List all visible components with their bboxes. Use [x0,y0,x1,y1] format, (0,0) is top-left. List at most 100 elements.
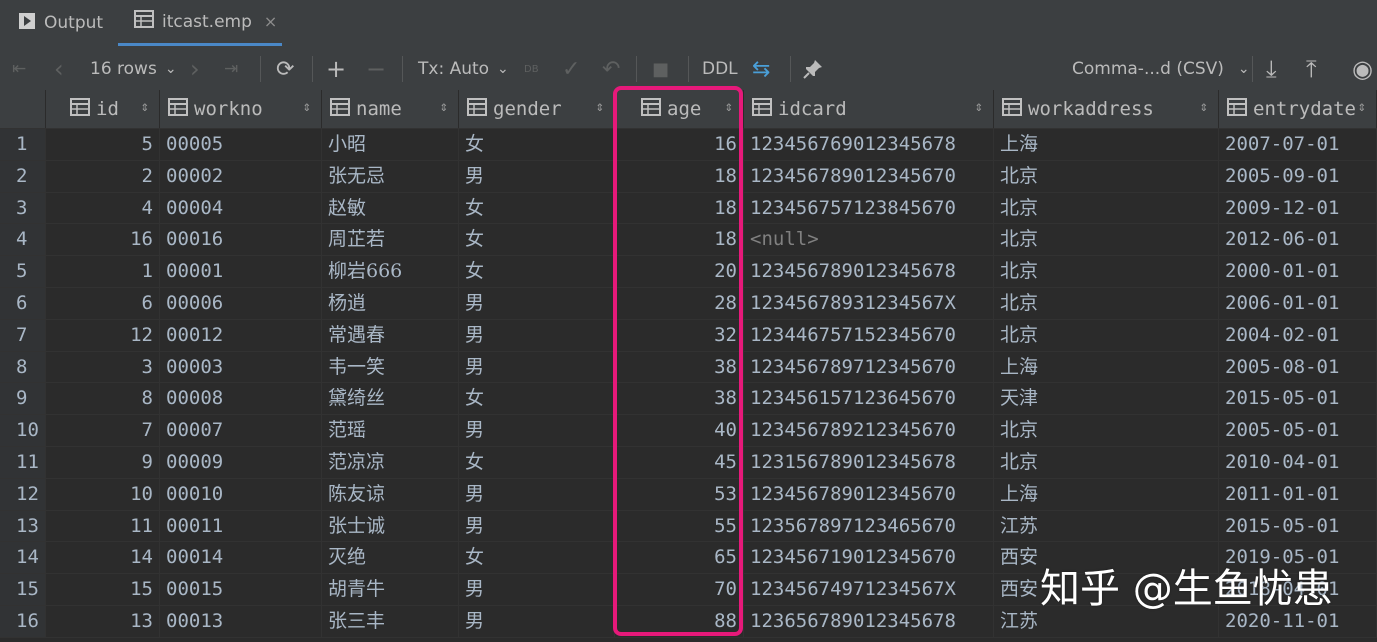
cell-gender[interactable]: 男 [459,510,615,543]
table-row[interactable]: 1 5 00005 小昭女 16 123456769012345678 上海 2007-07-… [0,129,1377,161]
cell-age[interactable]: 38 [615,351,744,384]
cell-workno[interactable]: 00014 [160,542,322,575]
cell-id[interactable]: 1 [46,256,160,288]
cell-workno[interactable]: 00005 [160,129,322,161]
cell-workaddress[interactable]: 北京 [994,256,1219,288]
cell-entrydate[interactable]: 2005-09-01 [1219,160,1377,193]
cell-name[interactable]: 胡青牛 [322,574,459,606]
sort-icon[interactable]: ⇕ [975,99,983,115]
cell-workaddress[interactable]: 江苏 [994,510,1219,543]
cell-name[interactable]: 张无忌 [322,160,459,193]
cell-name[interactable]: 周芷若 [322,224,459,257]
table-row[interactable]: 12 10 00010 陈友谅男 53 123456789012345670 上海 2011-… [0,478,1377,511]
cell-age[interactable]: 20 [615,256,744,288]
cell-name[interactable]: 范凉凉 [322,447,459,479]
cell-entrydate[interactable]: 2004-02-01 [1219,319,1377,352]
cell-entrydate[interactable]: 2012-06-01 [1219,224,1377,257]
cell-workno[interactable]: 00009 [160,447,322,479]
cell-name[interactable]: 小昭 [322,129,459,161]
cell-entrydate[interactable]: 2007-07-01 [1219,129,1377,161]
cell-gender[interactable]: 女 [459,192,615,225]
cell-workaddress[interactable]: 北京 [994,192,1219,225]
cell-entrydate[interactable]: 2010-04-01 [1219,447,1377,479]
cell-name[interactable]: 杨逍 [322,288,459,320]
cell-gender[interactable]: 男 [459,606,615,638]
cell-name[interactable]: 常遇春 [322,319,459,352]
cell-gender[interactable]: 男 [459,319,615,352]
cell-idcard[interactable]: 123156789012345678 [744,447,994,479]
cell-id[interactable]: 16 [46,224,160,257]
cell-name[interactable]: 陈友谅 [322,478,459,511]
cell-gender[interactable]: 男 [459,574,615,606]
cell-age[interactable]: 70 [615,574,744,606]
first-page-icon[interactable]: ⇤ [12,48,26,90]
cell-name[interactable]: 范瑶 [322,415,459,447]
cell-workno[interactable]: 00016 [160,224,322,257]
last-page-icon[interactable]: ⇥ [224,48,238,90]
column-header-workaddress[interactable]: workaddress ⇕ [994,90,1219,128]
cell-idcard[interactable]: 123446757152345670 [744,319,994,352]
view-icon[interactable]: ◉ [1352,48,1373,90]
cell-workno[interactable]: 00015 [160,574,322,606]
sort-icon[interactable]: ⇕ [1358,99,1366,115]
cell-entrydate[interactable]: 2009-12-01 [1219,192,1377,225]
cell-id[interactable]: 2 [46,160,160,193]
cell-age[interactable]: 38 [615,383,744,416]
table-row[interactable]: 13 11 00011 张士诚男 55 123567897123465670 江苏 2015-… [0,510,1377,543]
tab-itcast-emp[interactable]: itcast.emp × [118,0,282,46]
cell-entrydate[interactable]: 2005-05-01 [1219,415,1377,447]
cell-workaddress[interactable]: 上海 [994,478,1219,511]
cell-id[interactable]: 6 [46,288,160,320]
cell-gender[interactable]: 男 [459,415,615,447]
cell-age[interactable]: 65 [615,542,744,575]
cell-gender[interactable]: 女 [459,383,615,416]
cell-idcard[interactable]: 123567897123465670 [744,510,994,543]
cell-age[interactable]: 53 [615,478,744,511]
cell-name[interactable]: 韦一笑 [322,351,459,384]
table-row[interactable]: 5 1 00001 柳岩666 女 20 123456789012345678 北京 2000-… [0,256,1377,288]
cell-entrydate[interactable]: 2011-01-01 [1219,478,1377,511]
cell-name[interactable]: 柳岩666 [322,256,459,288]
rows-count-dropdown[interactable]: 16 rows ⌄ [90,48,177,90]
stop-icon[interactable]: ■ [652,48,669,90]
cell-id[interactable]: 8 [46,383,160,416]
column-header-workno[interactable]: workno ⇕ [160,90,322,128]
sort-icon[interactable]: ⇕ [1200,99,1208,115]
sort-icon[interactable]: ⇕ [303,99,311,115]
cell-entrydate[interactable]: 2006-01-01 [1219,288,1377,320]
column-header-entrydate[interactable]: entrydate ⇕ [1219,90,1377,128]
cell-workaddress[interactable]: 北京 [994,319,1219,352]
cell-gender[interactable]: 女 [459,256,615,288]
cell-age[interactable]: 40 [615,415,744,447]
cell-workno[interactable]: 00008 [160,383,322,416]
cell-id[interactable]: 12 [46,319,160,352]
cell-workno[interactable]: 00010 [160,478,322,511]
tab-output[interactable]: Output [18,0,103,46]
compare-icon[interactable]: ⇆ [752,48,770,90]
cell-entrydate[interactable]: 2000-01-01 [1219,256,1377,288]
cell-gender[interactable]: 男 [459,351,615,384]
cell-id[interactable]: 11 [46,510,160,543]
cell-name[interactable]: 张士诚 [322,510,459,543]
cell-workaddress[interactable]: 北京 [994,415,1219,447]
upload-icon[interactable]: ⤒ [1306,48,1317,90]
sort-icon[interactable]: ⇕ [440,99,448,115]
cell-workno[interactable]: 00006 [160,288,322,320]
cell-id[interactable]: 5 [46,129,160,161]
add-row-icon[interactable]: + [326,48,346,90]
sort-icon[interactable]: ⇕ [596,99,604,115]
cell-entrydate[interactable]: 2005-08-01 [1219,351,1377,384]
cell-id[interactable]: 13 [46,606,160,638]
cell-age[interactable]: 88 [615,606,744,638]
cell-gender[interactable]: 女 [459,542,615,575]
cell-age[interactable]: 55 [615,510,744,543]
download-icon[interactable]: ⤓ [1266,48,1277,90]
cell-workaddress[interactable]: 上海 [994,129,1219,161]
cell-idcard[interactable]: 123456719012345670 [744,542,994,575]
table-row[interactable]: 2 2 00002 张无忌男 18 123456789012345670 北京 2005-09… [0,160,1377,193]
column-header-age[interactable]: age ⇕ [615,90,744,128]
cell-workno[interactable]: 00012 [160,319,322,352]
next-page-icon[interactable]: › [190,48,200,90]
cell-idcard[interactable]: 123456789012345678 [744,256,994,288]
cell-workaddress[interactable]: 北京 [994,224,1219,257]
